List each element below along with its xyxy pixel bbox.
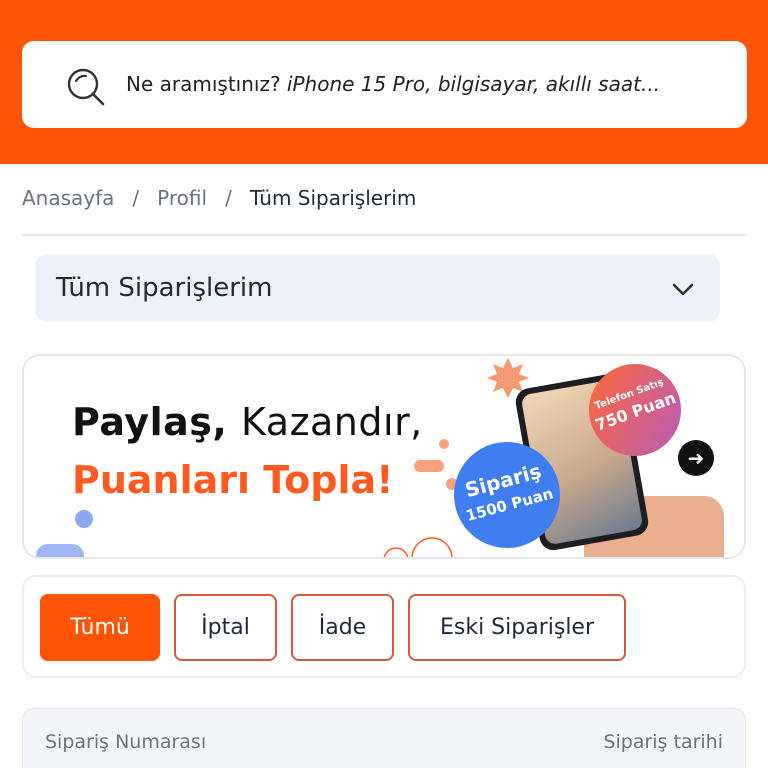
- breadcrumb: Anasayfa / Profil / Tüm Siparişlerim: [22, 182, 416, 214]
- column-order-number: Sipariş Numarası: [45, 731, 207, 753]
- banner-headline: Paylaş, Kazandır,: [72, 400, 423, 444]
- tab-old-orders[interactable]: Eski Siparişler: [408, 594, 626, 661]
- tab-returns[interactable]: İade: [291, 594, 394, 661]
- chevron-down-icon: [672, 283, 694, 296]
- banner-headline-light: Kazandır,: [241, 400, 423, 444]
- column-order-date: Sipariş tarihi: [603, 731, 723, 753]
- order-filter-dropdown[interactable]: Tüm Siparişlerim: [35, 254, 720, 322]
- arrow-right-icon[interactable]: ➜: [678, 440, 714, 476]
- header-bar: Ne aramıştınız? iPhone 15 Pro, bilgisaya…: [0, 0, 768, 164]
- divider: [22, 234, 747, 236]
- search-bar[interactable]: Ne aramıştınız? iPhone 15 Pro, bilgisaya…: [22, 41, 747, 128]
- breadcrumb-home[interactable]: Anasayfa: [22, 186, 114, 210]
- breadcrumb-profile[interactable]: Profil: [157, 186, 207, 210]
- breadcrumb-current: Tüm Siparişlerim: [249, 186, 417, 210]
- breadcrumb-separator: /: [132, 186, 140, 210]
- tab-cancelled[interactable]: İptal: [174, 594, 277, 661]
- search-input[interactable]: Ne aramıştınız? iPhone 15 Pro, bilgisaya…: [126, 41, 726, 128]
- breadcrumb-separator: /: [225, 186, 232, 210]
- order-filter-tabs: Tümü İptal İade Eski Siparişler: [22, 575, 746, 678]
- tab-all[interactable]: Tümü: [40, 594, 160, 661]
- banner-headline-bold: Paylaş,: [72, 400, 228, 444]
- search-icon: [67, 68, 105, 106]
- promo-banner[interactable]: Paylaş, Kazandır, Puanları Topla! Sipari…: [22, 354, 746, 559]
- banner-headline-accent: Puanları Topla!: [72, 458, 394, 502]
- orders-table-header: Sipariş Numarası Sipariş tarihi: [22, 708, 746, 768]
- dropdown-selected-value: Tüm Siparişlerim: [56, 273, 273, 303]
- search-prompt: Ne aramıştınız?: [126, 72, 281, 96]
- search-example: iPhone 15 Pro, bilgisayar, akıllı saat..…: [286, 72, 661, 96]
